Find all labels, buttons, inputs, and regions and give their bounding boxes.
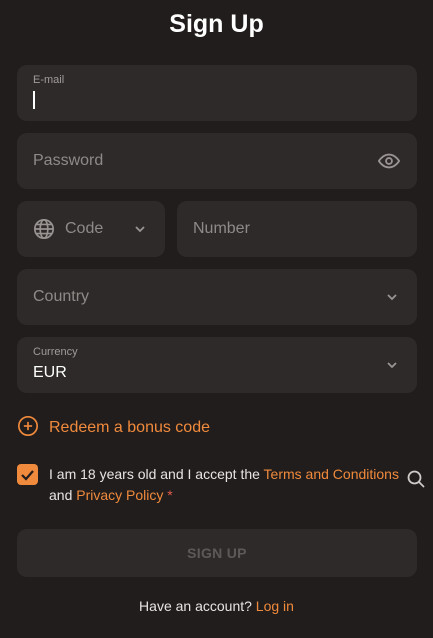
plus-circle-icon <box>17 415 39 442</box>
check-icon <box>21 470 34 481</box>
phone-number-field[interactable]: Number <box>177 201 417 257</box>
terms-and-text: and <box>49 487 77 503</box>
required-asterisk: * <box>167 487 173 503</box>
currency-label: Currency <box>33 346 78 358</box>
terms-text: I am 18 years old and I accept the Terms… <box>49 464 399 506</box>
terms-text-before: I am 18 years old and I accept the <box>49 466 264 482</box>
currency-select[interactable]: Currency EUR <box>17 337 417 393</box>
have-account-text: Have an account? <box>139 598 252 614</box>
search-icon <box>407 470 425 488</box>
signup-page: Sign Up E-mail Password Code Number Coun… <box>0 0 433 638</box>
country-placeholder: Country <box>33 288 90 305</box>
currency-value: EUR <box>33 364 67 381</box>
country-select[interactable]: Country <box>17 269 417 325</box>
phone-code-placeholder: Code <box>65 220 104 237</box>
eye-icon[interactable] <box>377 150 401 177</box>
text-caret <box>33 91 35 109</box>
terms-link[interactable]: Terms and Conditions <box>264 466 399 482</box>
phone-number-placeholder: Number <box>193 220 250 237</box>
chevron-down-icon <box>133 222 147 241</box>
redeem-bonus-link[interactable]: Redeem a bonus code <box>17 415 210 442</box>
chevron-down-icon <box>385 290 399 309</box>
email-label: E-mail <box>33 74 65 86</box>
email-field[interactable]: E-mail <box>17 65 417 121</box>
phone-code-select[interactable]: Code <box>17 201 165 257</box>
privacy-link[interactable]: Privacy Policy <box>76 487 163 503</box>
chevron-down-icon <box>385 358 399 377</box>
globe-icon <box>33 218 55 245</box>
login-prompt: Have an account? Log in <box>0 598 433 614</box>
login-link[interactable]: Log in <box>256 598 294 614</box>
redeem-label: Redeem a bonus code <box>49 419 210 436</box>
terms-checkbox[interactable] <box>17 464 38 485</box>
search-button[interactable] <box>401 464 431 494</box>
password-placeholder: Password <box>33 152 104 169</box>
password-field[interactable]: Password <box>17 133 417 189</box>
sign-up-button[interactable]: SIGN UP <box>17 529 417 577</box>
page-title: Sign Up <box>169 10 264 38</box>
